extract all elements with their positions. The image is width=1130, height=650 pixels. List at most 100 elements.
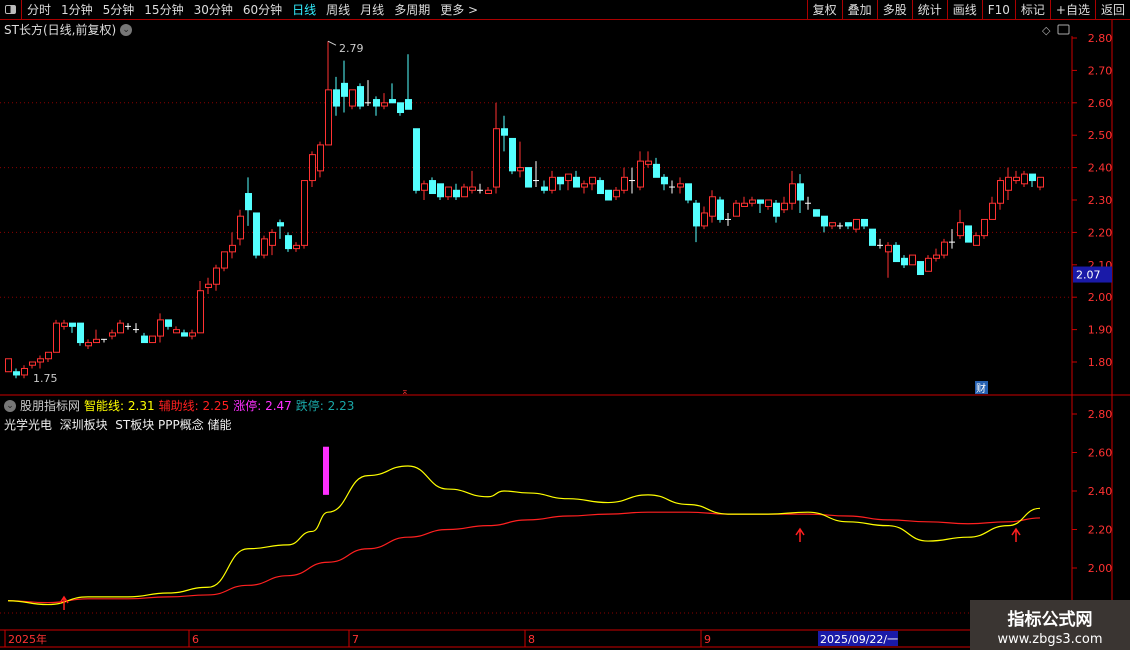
candle <box>677 177 684 194</box>
candle-body <box>741 202 748 207</box>
candle-body <box>861 218 868 227</box>
price-axis-label: 1.80 <box>1088 356 1113 369</box>
date-label: 6 <box>192 633 199 646</box>
watermark-url: www.zbgs3.com <box>997 632 1103 647</box>
candle-body <box>261 238 268 256</box>
candle <box>277 219 284 239</box>
candle-body <box>205 283 212 288</box>
candle <box>829 222 836 230</box>
candle <box>573 170 580 188</box>
candle <box>605 189 612 201</box>
candle <box>413 128 420 194</box>
candle-body <box>653 163 660 178</box>
current-price-label: 2.07 <box>1076 269 1101 282</box>
candle-body <box>925 257 932 272</box>
candle <box>981 218 988 239</box>
candle <box>581 180 588 194</box>
candle-body <box>733 202 740 217</box>
candle <box>53 319 60 353</box>
indicator-legend: ⌄ 股朋指标网 智能线: 2.31 辅助线: 2.25 涨停: 2.47 跌停:… <box>4 397 354 414</box>
candle <box>133 323 139 333</box>
candle <box>1013 170 1020 184</box>
candle <box>181 329 188 337</box>
smart-line-label: 智能线: <box>84 399 125 413</box>
candle <box>613 187 620 200</box>
candle-body <box>333 89 340 107</box>
candle <box>685 183 692 204</box>
watermark: 指标公式网 www.zbgs3.com <box>970 600 1130 650</box>
candle <box>941 238 948 259</box>
candle <box>853 218 860 233</box>
candle <box>989 196 996 220</box>
candle <box>837 222 843 230</box>
price-axis-label: 2.00 <box>1088 291 1113 304</box>
candle-body <box>421 183 428 191</box>
candle-body <box>357 86 364 107</box>
diamond-icon: ◇ <box>1042 24 1051 37</box>
candle <box>621 167 628 194</box>
candle-body <box>501 128 508 136</box>
candle <box>5 358 12 373</box>
candle <box>693 200 700 243</box>
candle <box>197 281 204 334</box>
candle <box>61 319 68 330</box>
candle <box>477 183 483 194</box>
candle <box>317 141 324 178</box>
candle <box>429 177 436 195</box>
candle <box>373 96 380 116</box>
candle-body <box>965 225 972 243</box>
candle <box>701 206 708 230</box>
candle <box>341 60 348 113</box>
candle-body <box>781 202 788 211</box>
candle <box>557 176 564 191</box>
candle <box>645 151 652 168</box>
candle <box>157 313 164 343</box>
candle <box>221 251 228 272</box>
candle-body <box>341 82 348 97</box>
candle <box>949 229 955 249</box>
candle-body <box>389 99 396 104</box>
candle-body <box>301 180 308 246</box>
candle-body <box>1029 173 1036 182</box>
candle <box>365 80 371 107</box>
candle <box>205 277 212 294</box>
candle-body <box>765 199 772 207</box>
candle <box>165 319 172 330</box>
candle <box>517 141 524 178</box>
candle <box>877 238 883 249</box>
candle <box>1021 170 1028 188</box>
buy-arrow-icon <box>1011 527 1021 542</box>
candle <box>293 242 300 252</box>
candle <box>437 183 444 200</box>
candle <box>189 329 196 340</box>
candle <box>845 222 852 230</box>
candle-body <box>589 176 596 185</box>
candle-body <box>461 186 468 198</box>
candle <box>453 183 460 200</box>
limit-up-label: 涨停: <box>233 399 262 413</box>
candle <box>213 264 220 291</box>
candle <box>85 339 92 350</box>
candle-body <box>397 102 404 114</box>
indicator-name[interactable]: 股朋指标网 <box>20 397 80 414</box>
watermark-title: 指标公式网 <box>1007 610 1093 630</box>
candle <box>101 338 107 343</box>
chevron-down-icon[interactable]: ⌄ <box>4 399 16 412</box>
candle-body <box>165 319 172 327</box>
candle-body <box>413 128 420 191</box>
candle-body <box>325 89 332 146</box>
candle <box>781 196 788 213</box>
candle <box>1037 176 1044 191</box>
candle <box>757 199 764 213</box>
kline-chart: 2.802.702.602.502.402.302.202.102.001.90… <box>0 20 1130 648</box>
candle <box>141 332 148 344</box>
candle <box>637 151 644 191</box>
candle-body <box>941 241 948 256</box>
candle <box>1005 167 1012 200</box>
candle-body <box>237 215 244 240</box>
candle-body <box>221 251 228 269</box>
candle <box>861 218 868 230</box>
price-axis-label: 2.60 <box>1088 97 1113 110</box>
candle <box>389 83 396 104</box>
candle <box>901 255 908 269</box>
